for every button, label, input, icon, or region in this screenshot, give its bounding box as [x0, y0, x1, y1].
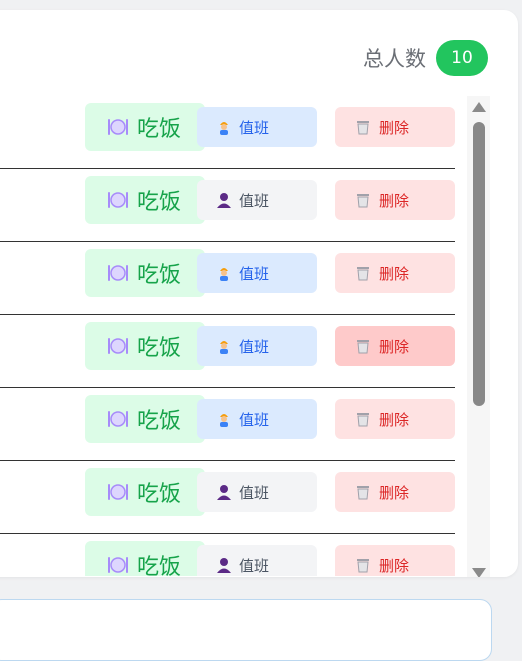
duty-button[interactable]: 值班 — [197, 180, 317, 220]
eat-button[interactable]: 吃饭 — [85, 176, 205, 224]
wastebasket-icon — [355, 338, 371, 354]
duty-button[interactable]: 值班 — [197, 326, 317, 366]
plate-cutlery-icon — [107, 555, 129, 575]
delete-button[interactable]: 删除 — [335, 180, 455, 220]
eat-button-label: 吃饭 — [137, 117, 182, 142]
plate-cutlery-icon — [107, 190, 129, 210]
scroll-up-arrow-icon[interactable] — [472, 102, 486, 112]
eat-button[interactable]: 吃饭 — [85, 103, 205, 151]
delete-button[interactable]: 删除 — [335, 545, 455, 576]
duty-button-label: 值班 — [239, 264, 270, 283]
eat-button[interactable]: 吃饭 — [85, 322, 205, 370]
people-panel: 总人数 10 吃饭 值班 删除 吃饭 值班 删除 吃饭 值班 删除 吃饭 值班 … — [0, 10, 518, 577]
wastebasket-icon — [355, 484, 371, 500]
eat-button[interactable]: 吃饭 — [85, 249, 205, 297]
delete-button-label: 删除 — [379, 556, 410, 575]
total-count-badge: 10 — [436, 40, 488, 76]
plate-cutlery-icon — [107, 263, 129, 283]
duty-button-label: 值班 — [239, 556, 270, 575]
vertical-scrollbar[interactable] — [467, 96, 490, 577]
delete-button[interactable]: 删除 — [335, 326, 455, 366]
delete-button[interactable]: 删除 — [335, 107, 455, 147]
bottom-card — [0, 599, 492, 661]
duty-button-label: 值班 — [239, 483, 270, 502]
list-item: 吃饭 值班 删除 — [0, 315, 455, 388]
duty-button[interactable]: 值班 — [197, 107, 317, 147]
list-item: 吃饭 值班 删除 — [0, 169, 455, 242]
eat-button-label: 吃饭 — [137, 555, 182, 576]
person-silhouette-icon — [217, 484, 231, 500]
eat-button-label: 吃饭 — [137, 409, 182, 434]
wastebasket-icon — [355, 265, 371, 281]
plate-cutlery-icon — [107, 336, 129, 356]
wastebasket-icon — [355, 411, 371, 427]
eat-button[interactable]: 吃饭 — [85, 541, 205, 576]
eat-button-label: 吃饭 — [137, 263, 182, 288]
total-label: 总人数 — [363, 47, 426, 71]
list-item: 吃饭 值班 删除 — [0, 388, 455, 461]
duty-button-label: 值班 — [239, 118, 270, 137]
eat-button-label: 吃饭 — [137, 336, 182, 361]
duty-button-label: 值班 — [239, 191, 270, 210]
construction-worker-icon — [217, 411, 231, 427]
plate-cutlery-icon — [107, 482, 129, 502]
plate-cutlery-icon — [107, 409, 129, 429]
duty-button-label: 值班 — [239, 410, 270, 429]
eat-button-label: 吃饭 — [137, 482, 182, 507]
list-item: 吃饭 值班 删除 — [0, 461, 455, 534]
delete-button-label: 删除 — [379, 118, 410, 137]
list-item: 吃饭 值班 删除 — [0, 242, 455, 315]
duty-button[interactable]: 值班 — [197, 253, 317, 293]
delete-button[interactable]: 删除 — [335, 472, 455, 512]
duty-button[interactable]: 值班 — [197, 472, 317, 512]
eat-button[interactable]: 吃饭 — [85, 395, 205, 443]
duty-button[interactable]: 值班 — [197, 399, 317, 439]
duty-button-label: 值班 — [239, 337, 270, 356]
eat-button[interactable]: 吃饭 — [85, 468, 205, 516]
person-silhouette-icon — [217, 192, 231, 208]
people-list[interactable]: 吃饭 值班 删除 吃饭 值班 删除 吃饭 值班 删除 吃饭 值班 删除 吃饭 值… — [0, 96, 475, 576]
construction-worker-icon — [217, 338, 231, 354]
delete-button-label: 删除 — [379, 337, 410, 356]
wastebasket-icon — [355, 119, 371, 135]
total-count-header: 总人数 10 — [363, 40, 488, 76]
plate-cutlery-icon — [107, 117, 129, 137]
scrollbar-thumb[interactable] — [473, 122, 485, 406]
scroll-down-arrow-icon[interactable] — [472, 568, 486, 577]
construction-worker-icon — [217, 119, 231, 135]
duty-button[interactable]: 值班 — [197, 545, 317, 576]
wastebasket-icon — [355, 557, 371, 573]
list-item: 吃饭 值班 删除 — [0, 534, 455, 576]
delete-button[interactable]: 删除 — [335, 399, 455, 439]
delete-button-label: 删除 — [379, 410, 410, 429]
list-item: 吃饭 值班 删除 — [0, 96, 455, 169]
delete-button-label: 删除 — [379, 483, 410, 502]
delete-button[interactable]: 删除 — [335, 253, 455, 293]
person-silhouette-icon — [217, 557, 231, 573]
delete-button-label: 删除 — [379, 264, 410, 283]
eat-button-label: 吃饭 — [137, 190, 182, 215]
delete-button-label: 删除 — [379, 191, 410, 210]
construction-worker-icon — [217, 265, 231, 281]
wastebasket-icon — [355, 192, 371, 208]
